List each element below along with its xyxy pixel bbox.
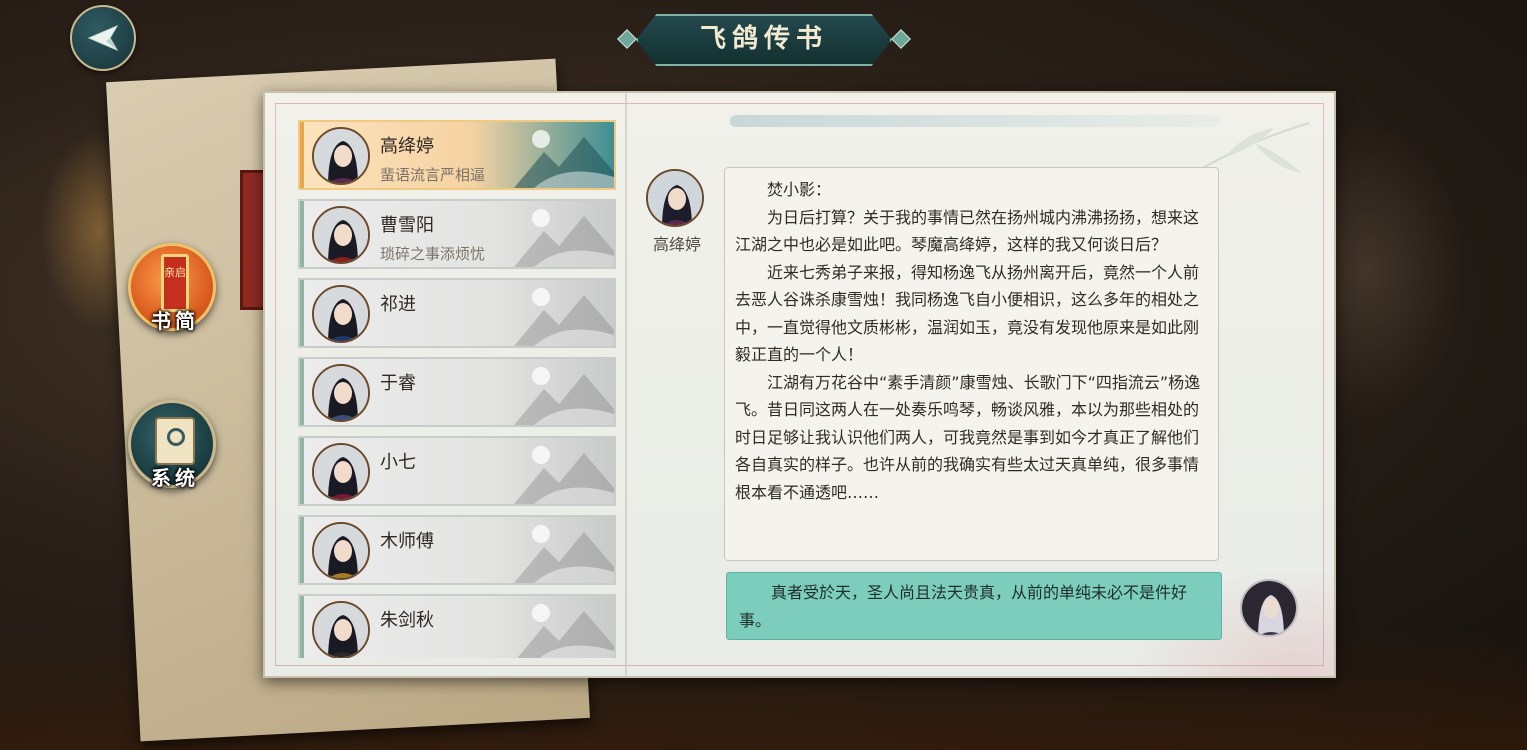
contact-avatar [312,127,370,185]
contact-name: 小七 [380,452,416,473]
system-emblem-icon [167,428,185,446]
contact-item[interactable]: 朱剑秋 [298,594,616,658]
sender-name: 高绛婷 [652,235,701,254]
contact-accent-bar [300,596,304,658]
contact-accent-bar [300,201,304,267]
mountain-landscape-icon [514,295,614,346]
letter-badge-text: 亲启 [164,266,186,279]
character-portrait-icon [314,208,368,262]
contact-name: 朱剑秋 [380,610,434,631]
character-portrait-icon [648,171,702,225]
letters-tab-label: 书简 [151,309,199,333]
contact-name: 曹雪阳 [380,215,434,236]
contact-name: 高绛婷 [380,136,434,157]
contact-item[interactable]: 于睿 [298,357,616,427]
message-paragraph: 江湖有万花谷中“素手清颜”康雪烛、长歌门下“四指流云”杨逸飞。昔日同这两人在一处… [735,372,1201,502]
mountain-landscape-icon [514,532,614,583]
contact-name: 木师傅 [380,531,434,552]
contact-item[interactable]: 曹雪阳琐碎之事添烦忧 [298,199,616,269]
contact-accent-bar [300,517,304,583]
contact-avatar [312,443,370,501]
contact-avatar [312,364,370,422]
message-panel: 高绛婷 蜚语流言严相逼 曹雪阳 琐碎之事添烦忧 祁进 于睿 小七 木师傅 朱剑秋 高绛婷 焚小影… [263,91,1336,678]
message-paragraph: 近来七秀弟子来报，得知杨逸飞从扬州离开后，竟然一个人前去恶人谷诛杀康雪烛！我同杨… [735,262,1200,365]
contact-name: 于睿 [380,373,416,394]
contact-accent-bar [300,122,304,188]
contact-subtitle: 蜚语流言严相逼 [380,166,486,184]
contact-avatar [312,285,370,343]
player-avatar[interactable] [1240,579,1298,637]
contact-name: 祁进 [380,294,416,315]
letters-tab-button[interactable]: 亲启 书简 [128,243,216,333]
character-portrait-icon [314,524,368,578]
character-portrait-icon [314,603,368,657]
contact-avatar [312,522,370,580]
contact-item[interactable]: 高绛婷蜚语流言严相逼 [298,120,616,190]
contact-item[interactable]: 祁进 [298,278,616,348]
contact-avatar [312,206,370,264]
notice-scroll-icon [155,417,195,465]
contact-accent-bar [300,359,304,425]
mountain-landscape-icon [514,216,614,267]
character-portrait-icon [314,366,368,420]
back-button[interactable] [70,5,136,71]
sealed-letter-icon: 亲启 [161,254,189,312]
system-tab-label: 系统 [151,466,199,490]
contact-list[interactable]: 高绛婷蜚语流言严相逼 曹雪阳琐碎之事添烦忧 祁进于睿小七木师傅朱剑秋 [298,120,616,658]
contact-subtitle: 琐碎之事添烦忧 [380,245,486,263]
contact-accent-bar [300,280,304,346]
message-paragraph: 为日后打算？关于我的事情已然在扬州城内沸沸扬扬，想来这江湖之中也必是如此吧。琴魔… [735,207,1200,255]
sender-avatar[interactable] [646,169,704,227]
mountain-landscape-icon [514,137,614,188]
character-portrait-icon [314,445,368,499]
contact-avatar [312,601,370,658]
reply-message-bubble[interactable]: 真者受於天，圣人尚且法天贵真，从前的单纯未必不是件好事。 [726,572,1222,640]
incoming-message-bubble: 焚小影： 为日后打算？关于我的事情已然在扬州城内沸沸扬扬，想来这江湖之中也必是如… [724,167,1219,561]
message-greeting: 焚小影： [767,180,832,199]
page-title: 飞鸽传书 [699,24,828,54]
panel-top-strip [730,115,1220,127]
contact-item[interactable]: 木师傅 [298,515,616,585]
contact-item[interactable]: 小七 [298,436,616,506]
mountain-landscape-icon [514,453,614,504]
contact-accent-bar [300,438,304,504]
mountain-landscape-icon [514,374,614,425]
paper-plane-back-icon [87,24,119,52]
character-portrait-icon [314,129,368,183]
panel-divider [625,93,627,676]
character-portrait-icon [314,287,368,341]
system-tab-button[interactable]: 系统 [128,400,216,490]
title-banner: 飞鸽传书 [617,14,911,66]
mountain-landscape-icon [517,611,614,658]
